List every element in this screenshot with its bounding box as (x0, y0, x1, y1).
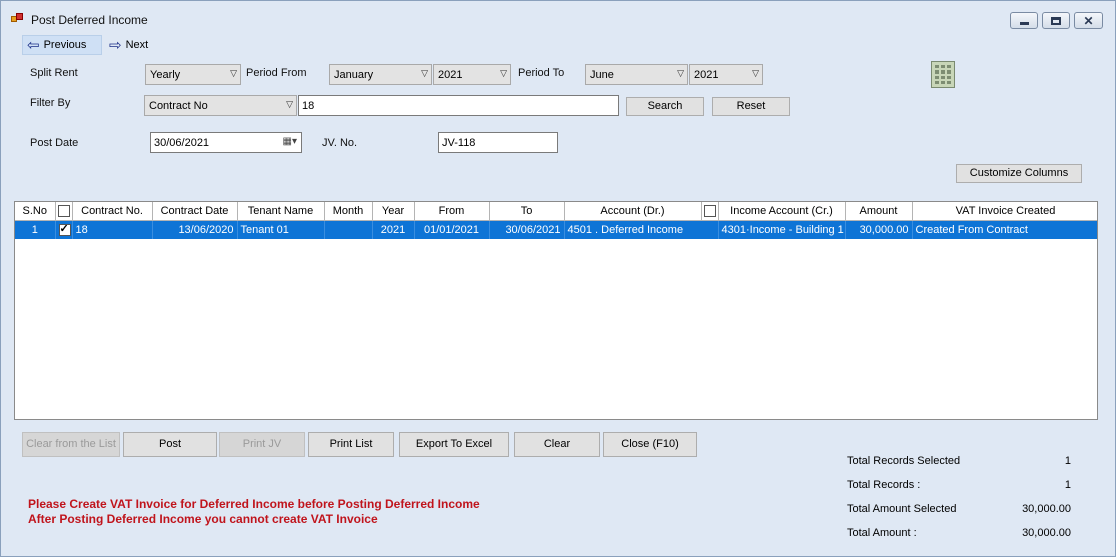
period-to-year-value: 2021 (694, 69, 719, 81)
col-header-account-dr[interactable]: Account (Dr.) (564, 202, 702, 221)
split-rent-select[interactable]: Yearly ▽ (145, 64, 241, 85)
total-records-label: Total Records : (847, 479, 921, 491)
cell-from: 01/01/2021 (414, 220, 490, 239)
cell-income-account-cr: 4301·Income - Building 1 (718, 220, 846, 239)
cell-account-dr: 4501 . Deferred Income (564, 220, 719, 239)
total-records-selected-value: 1 (1064, 455, 1071, 467)
cell-vat-invoice: Created From Contract (912, 220, 1097, 239)
search-button[interactable]: Search (626, 97, 704, 116)
col-header-tenant-name[interactable]: Tenant Name (237, 202, 325, 221)
period-from-month-value: January (334, 69, 374, 81)
cell-amount: 30,000.00 (845, 220, 913, 239)
col-header-month[interactable]: Month (324, 202, 373, 221)
total-records-value: 1 (1064, 479, 1071, 491)
cell-month (324, 220, 373, 239)
previous-button[interactable]: ⇦ Previous (22, 35, 102, 55)
next-button[interactable]: ⇨ Next (105, 35, 165, 55)
clear-from-list-button[interactable]: Clear from the List (22, 432, 120, 457)
cell-to: 30/06/2021 (489, 220, 565, 239)
calculator-icon[interactable] (931, 61, 955, 88)
close-window-button[interactable]: ✕ (1074, 12, 1103, 29)
previous-label: Previous (43, 39, 87, 51)
cell-year: 2021 (372, 220, 415, 239)
period-from-label: Period From (246, 67, 307, 79)
total-amount-selected-label: Total Amount Selected (847, 503, 957, 515)
customize-columns-button[interactable]: Customize Columns (956, 164, 1082, 183)
select-all-checkbox[interactable] (57, 204, 70, 217)
post-date-label: Post Date (30, 137, 79, 149)
income-select-checkbox-cell[interactable] (701, 202, 719, 221)
col-header-from[interactable]: From (414, 202, 490, 221)
post-date-value: 30/06/2021 (154, 137, 210, 149)
minimize-icon (1019, 22, 1029, 25)
col-header-year[interactable]: Year (372, 202, 415, 221)
split-rent-value: Yearly (150, 69, 181, 81)
period-from-year-value: 2021 (438, 69, 463, 81)
filter-input[interactable]: 18 (298, 95, 619, 116)
col-header-vat-invoice[interactable]: VAT Invoice Created (912, 202, 1097, 221)
title-bar: Post Deferred Income ✕ (1, 1, 1115, 34)
chevron-down-icon: ▽ (421, 68, 428, 78)
app-icon (11, 13, 23, 25)
window-title: Post Deferred Income (31, 13, 148, 27)
col-header-contract-no[interactable]: Contract No. (72, 202, 153, 221)
col-header-income-account-cr[interactable]: Income Account (Cr.) (718, 202, 846, 221)
period-to-year-select[interactable]: 2021 ▽ (689, 64, 763, 85)
vat-warning-line2: After Posting Deferred Income you cannot… (28, 512, 378, 526)
table-row[interactable]: 1 18 13/06/2020 Tenant 01 2021 01/01/202… (15, 220, 1097, 239)
close-button[interactable]: Close (F10) (603, 432, 697, 457)
filter-by-value: Contract No (149, 100, 208, 112)
period-from-month-select[interactable]: January ▽ (329, 64, 432, 85)
grid-header-row: S.No Contract No. Contract Date Tenant N… (15, 202, 1097, 221)
clear-button[interactable]: Clear (514, 432, 600, 457)
period-to-month-select[interactable]: June ▽ (585, 64, 688, 85)
filter-by-select[interactable]: Contract No ▽ (144, 95, 297, 116)
jv-no-label: JV. No. (322, 137, 358, 149)
col-header-amount[interactable]: Amount (845, 202, 913, 221)
cell-sno: 1 (15, 220, 56, 239)
income-account-checkbox[interactable] (703, 204, 716, 217)
print-list-button[interactable]: Print List (308, 432, 394, 457)
col-header-contract-date[interactable]: Contract Date (152, 202, 238, 221)
post-deferred-income-window: Post Deferred Income ✕ ⇦ Previous ⇨ Next… (0, 0, 1116, 557)
chevron-down-icon: ▽ (286, 99, 293, 109)
close-icon: ✕ (1083, 13, 1094, 28)
post-button[interactable]: Post (123, 432, 217, 457)
arrow-right-icon: ⇨ (109, 36, 122, 54)
total-records-selected-label: Total Records Selected (847, 455, 961, 467)
chevron-down-icon: ▽ (500, 68, 507, 78)
select-all-checkbox-cell[interactable] (55, 202, 73, 221)
records-grid: S.No Contract No. Contract Date Tenant N… (14, 201, 1098, 420)
period-to-label: Period To (518, 67, 565, 79)
arrow-left-icon: ⇦ (27, 36, 40, 54)
export-excel-button[interactable]: Export To Excel (399, 432, 509, 457)
cell-contract-no: 18 (72, 220, 153, 239)
period-from-year-select[interactable]: 2021 ▽ (433, 64, 511, 85)
jv-no-field[interactable]: JV-118 (438, 132, 558, 153)
filter-by-label: Filter By (30, 97, 71, 109)
print-jv-button[interactable]: Print JV (219, 432, 305, 457)
period-to-month-value: June (590, 69, 614, 81)
reset-button[interactable]: Reset (712, 97, 790, 116)
post-date-picker[interactable]: 30/06/2021 ▦▾ (150, 132, 302, 153)
calendar-dropdown-icon: ▦▾ (282, 136, 297, 147)
row-checkbox[interactable] (58, 222, 71, 236)
maximize-icon (1051, 16, 1061, 25)
chevron-down-icon: ▽ (230, 68, 237, 78)
split-rent-label: Split Rent (30, 67, 78, 79)
cell-contract-date: 13/06/2020 (152, 220, 238, 239)
vat-warning-line1: Please Create VAT Invoice for Deferred I… (28, 497, 480, 511)
total-amount-label: Total Amount : (847, 527, 917, 539)
cell-tenant-name: Tenant 01 (237, 220, 325, 239)
row-checkbox-cell[interactable] (55, 220, 73, 239)
total-amount-selected-value: 30,000.00 (1022, 503, 1071, 515)
next-label: Next (125, 39, 149, 51)
maximize-button[interactable] (1042, 12, 1070, 29)
chevron-down-icon: ▽ (677, 68, 684, 78)
total-amount-value: 30,000.00 (1022, 527, 1071, 539)
chevron-down-icon: ▽ (752, 68, 759, 78)
col-header-to[interactable]: To (489, 202, 565, 221)
col-header-sno[interactable]: S.No (15, 202, 56, 221)
minimize-button[interactable] (1010, 12, 1038, 29)
